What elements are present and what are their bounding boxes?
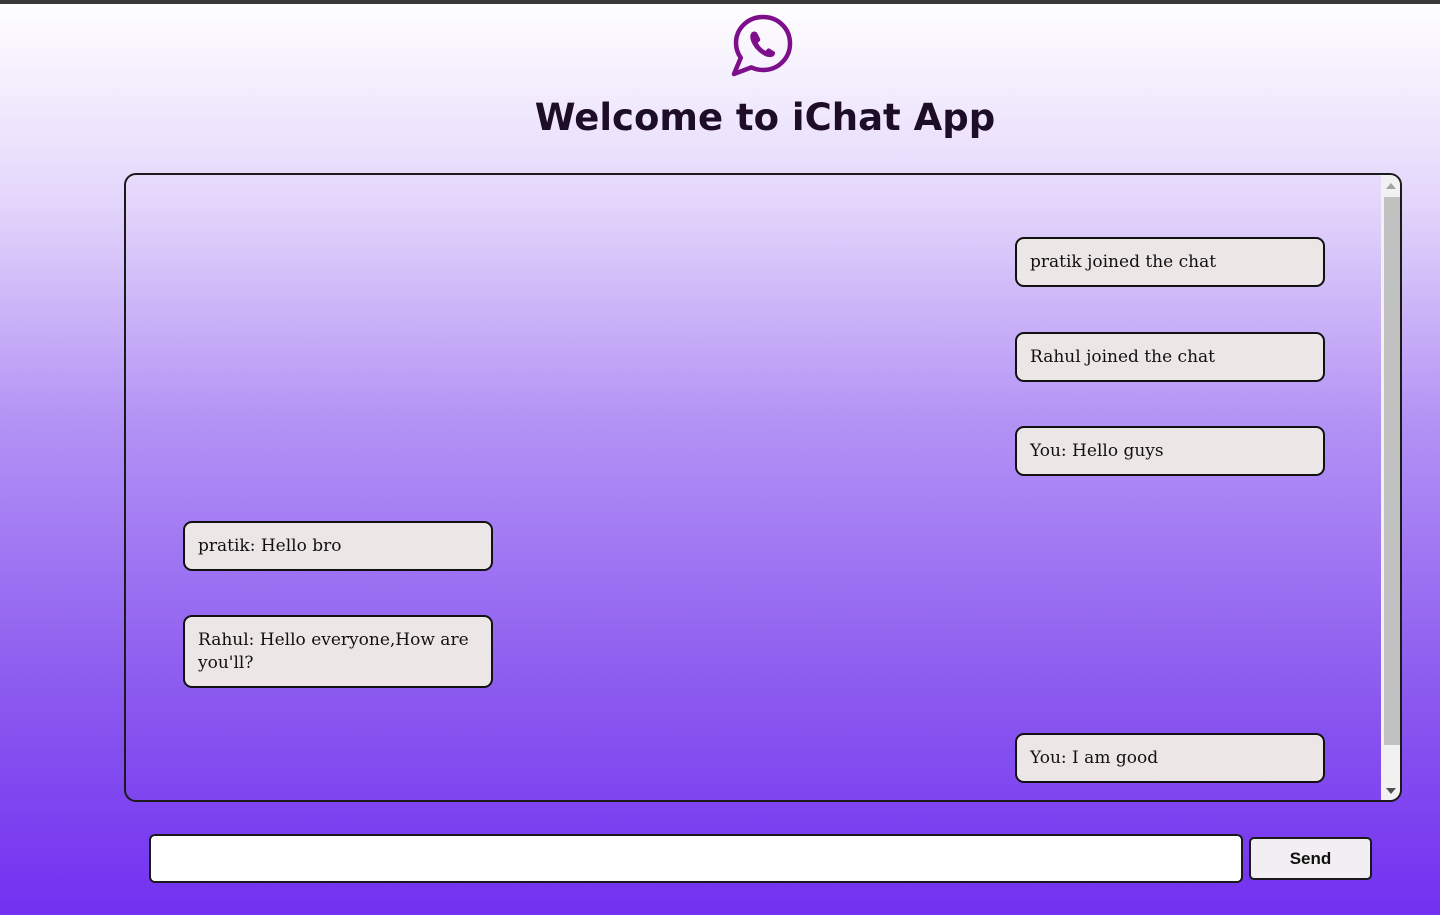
scroll-down-arrow-icon[interactable]	[1386, 788, 1396, 794]
message-input[interactable]	[149, 834, 1243, 883]
page-title: Welcome to iChat App	[534, 96, 996, 139]
chat-container[interactable]: pratik joined the chat Rahul joined the …	[124, 173, 1402, 802]
send-button[interactable]: Send	[1249, 837, 1372, 880]
message-item: Rahul joined the chat	[1015, 332, 1325, 382]
message-item: You: I am good	[1015, 733, 1325, 783]
message-item: Rahul: Hello everyone,How are you'll?	[183, 615, 493, 688]
whatsapp-icon	[731, 14, 793, 77]
scroll-up-arrow-icon[interactable]	[1386, 183, 1396, 189]
chat-scrollbar[interactable]	[1381, 175, 1400, 800]
message-item: You: Hello guys	[1015, 426, 1325, 476]
window-top-bar	[0, 0, 1440, 4]
message-item: pratik: Hello bro	[183, 521, 493, 571]
message-item: pratik joined the chat	[1015, 237, 1325, 287]
scroll-thumb[interactable]	[1384, 197, 1400, 745]
